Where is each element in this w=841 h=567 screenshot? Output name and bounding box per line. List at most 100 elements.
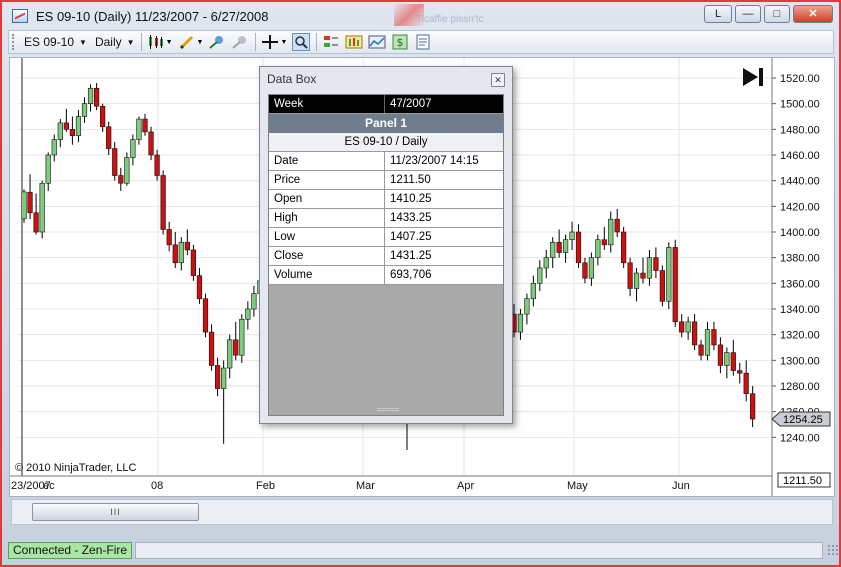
status-bar: Connected - Zen-Fire bbox=[6, 539, 839, 561]
open-value: 1410.25 bbox=[390, 193, 432, 205]
candle-body bbox=[51, 139, 57, 156]
properties-icon[interactable] bbox=[414, 33, 432, 51]
candle-body bbox=[543, 257, 549, 269]
candle-body bbox=[717, 344, 723, 366]
candle-body bbox=[106, 126, 112, 149]
data-box-resize-grip[interactable] bbox=[377, 408, 399, 411]
toolbar-separator bbox=[255, 33, 257, 51]
data-box-row: Close 1431.25 bbox=[269, 247, 503, 266]
series-heading: ES 09-10 / Daily bbox=[269, 133, 503, 152]
candle-body bbox=[251, 293, 257, 310]
crosshair-price-label: 1211.50 bbox=[783, 475, 822, 487]
candle-body bbox=[672, 247, 678, 323]
candle-body bbox=[57, 122, 63, 140]
candle-body bbox=[582, 262, 588, 279]
candle-body bbox=[640, 272, 646, 279]
toolbar-grip[interactable] bbox=[12, 34, 16, 50]
instrument-selector[interactable]: ES 09-10 ▼ bbox=[24, 35, 87, 49]
x-tick-label: May bbox=[567, 480, 588, 492]
candle-body bbox=[743, 372, 749, 394]
chart-toolbar: ES 09-10 ▼ Daily ▼ ▼ ▼ ▼ $ bbox=[8, 30, 834, 54]
candlestick-icon[interactable] bbox=[147, 33, 165, 51]
candle-body bbox=[221, 367, 227, 389]
y-tick-label: 1240.00 bbox=[780, 432, 820, 444]
close-button[interactable]: ✕ bbox=[793, 5, 833, 23]
date-label: Date bbox=[269, 152, 385, 170]
add-indicator-icon[interactable] bbox=[208, 33, 226, 51]
data-box-row: Volume 693,706 bbox=[269, 266, 503, 285]
instrument-label: ES 09-10 bbox=[24, 35, 75, 49]
chevron-down-icon[interactable]: ▼ bbox=[280, 39, 287, 46]
candle-body bbox=[691, 321, 698, 346]
horizontal-scrollbar[interactable]: III bbox=[11, 499, 833, 525]
candle-body bbox=[588, 257, 594, 279]
y-tick-label: 1360.00 bbox=[780, 278, 820, 290]
data-box-title: Data Box bbox=[267, 72, 317, 86]
low-value: 1407.25 bbox=[390, 231, 432, 243]
dollar-icon[interactable]: $ bbox=[391, 33, 409, 51]
candle-body bbox=[136, 118, 142, 140]
y-tick-label: 1380.00 bbox=[780, 253, 820, 265]
candle-body bbox=[711, 329, 717, 346]
pencil-icon[interactable] bbox=[178, 33, 196, 51]
candle-body bbox=[575, 231, 582, 264]
candle-body bbox=[21, 191, 27, 220]
title-bar[interactable]: ES 09-10 (Daily) 11/23/2007 - 6/27/2008 … bbox=[4, 4, 839, 28]
candle-body bbox=[154, 154, 160, 176]
data-box-row: Open 1410.25 bbox=[269, 190, 503, 209]
y-tick-label: 1480.00 bbox=[780, 124, 820, 136]
last-price-marker-label: 1254.25 bbox=[783, 414, 823, 426]
layout-button[interactable]: L bbox=[704, 5, 732, 23]
y-tick-label: 1420.00 bbox=[780, 201, 820, 213]
minimize-button[interactable]: — bbox=[735, 5, 761, 23]
candle-body bbox=[646, 257, 653, 279]
toolbar-separator bbox=[140, 33, 142, 51]
candle-body bbox=[569, 231, 575, 240]
candle-body bbox=[148, 131, 154, 156]
chevron-down-icon[interactable]: ▼ bbox=[197, 39, 204, 46]
scrollbar-thumb[interactable]: III bbox=[32, 503, 199, 521]
data-box-close-icon[interactable]: ✕ bbox=[491, 73, 505, 87]
chart-image-icon[interactable] bbox=[368, 33, 386, 51]
price-value: 1211.50 bbox=[390, 174, 431, 186]
candle-body bbox=[81, 103, 88, 117]
remove-indicator-icon[interactable] bbox=[231, 33, 249, 51]
candle-body bbox=[166, 229, 172, 246]
y-tick-label: 1280.00 bbox=[780, 381, 820, 393]
date-value: 11/23/2007 14:15 bbox=[390, 155, 479, 167]
data-box-row: Price 1211.50 bbox=[269, 171, 503, 190]
strategy-icon[interactable] bbox=[322, 33, 340, 51]
candle-body bbox=[517, 313, 524, 333]
interval-selector[interactable]: Daily ▼ bbox=[95, 35, 135, 49]
candle-body bbox=[679, 321, 685, 333]
resize-grip-icon[interactable] bbox=[827, 544, 839, 556]
candle-body bbox=[698, 344, 704, 356]
maximize-button[interactable]: □ bbox=[764, 5, 790, 23]
chart-window: ES 09-10 (Daily) 11/23/2007 - 6/27/2008 … bbox=[0, 0, 841, 567]
candle-body bbox=[33, 212, 39, 233]
data-box-header-row: Week 47/2007 bbox=[269, 95, 503, 114]
chevron-down-icon[interactable]: ▼ bbox=[166, 39, 173, 46]
candle-body bbox=[142, 118, 148, 133]
window-controls: L — □ ✕ bbox=[704, 5, 833, 23]
candle-body bbox=[595, 239, 601, 258]
candle-body bbox=[562, 239, 569, 253]
data-box-window[interactable]: Data Box ✕ Week 47/2007 Panel 1 ES 09-10… bbox=[259, 66, 513, 424]
chart-style-icon[interactable] bbox=[345, 33, 363, 51]
candle-body bbox=[124, 157, 130, 184]
candle-body bbox=[601, 239, 607, 246]
candle-body bbox=[172, 244, 178, 264]
scroll-to-end-icon[interactable] bbox=[741, 66, 765, 88]
candle-body bbox=[659, 270, 665, 302]
crosshair-icon[interactable] bbox=[261, 33, 279, 51]
candle-body bbox=[750, 393, 756, 420]
candle-body bbox=[75, 116, 82, 137]
crosshair-price-marker: 1211.50 bbox=[777, 472, 831, 488]
panel-heading: Panel 1 bbox=[269, 114, 503, 133]
y-tick-label: 1520.00 bbox=[780, 73, 820, 85]
zoom-icon[interactable] bbox=[292, 33, 311, 51]
candle-body bbox=[63, 122, 69, 130]
chevron-down-icon: ▼ bbox=[79, 37, 87, 47]
candle-body bbox=[233, 339, 239, 356]
svg-text:$: $ bbox=[397, 36, 404, 49]
